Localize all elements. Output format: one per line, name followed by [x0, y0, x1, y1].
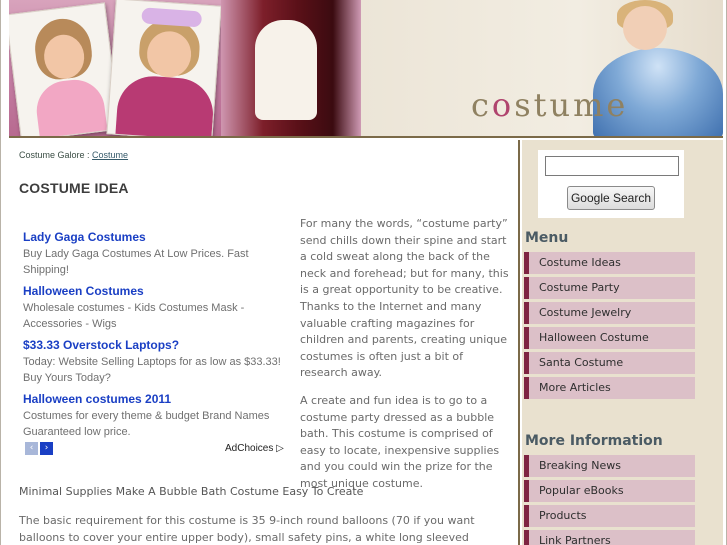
ad-title[interactable]: Halloween costumes 2011	[23, 392, 293, 406]
more-info-heading: More Information	[525, 433, 663, 449]
ad-prev-button[interactable]: ‹	[25, 442, 38, 455]
breadcrumb: Costume Galore : Costume	[19, 150, 128, 160]
breadcrumb-separator: :	[84, 150, 93, 160]
ad-text: Buy Lady Gaga Costumes At Low Prices. Fa…	[23, 248, 249, 276]
logo-text: costume	[471, 86, 629, 124]
menu-item-costume-ideas[interactable]: Costume Ideas	[524, 252, 695, 274]
ad-next-button[interactable]: ›	[40, 442, 53, 455]
adchoices-link[interactable]: AdChoices ▷	[225, 443, 284, 454]
ad-item[interactable]: Halloween Costumes Wholesale costumes - …	[23, 284, 293, 332]
breadcrumb-current[interactable]: Costume	[92, 150, 128, 160]
article-subheading: Minimal Supplies Make A Bubble Bath Cost…	[19, 485, 364, 498]
article-intro: For many the words, “costume party” send…	[300, 216, 514, 504]
search-box: Google Search	[538, 150, 684, 218]
menu-item-link-partners[interactable]: Link Partners	[524, 530, 695, 545]
search-input[interactable]	[545, 156, 679, 176]
girl-photo-2	[106, 0, 222, 136]
ad-item[interactable]: Lady Gaga Costumes Buy Lady Gaga Costume…	[23, 230, 293, 278]
main-content: Costume Galore : Costume COSTUME IDEA La…	[9, 140, 520, 545]
ad-text: Today: Website Selling Laptops for as lo…	[23, 356, 281, 384]
google-search-button[interactable]: Google Search	[567, 186, 655, 210]
doll-face	[623, 6, 667, 50]
header-photo-collage	[9, 0, 361, 136]
menu-item-more-articles[interactable]: More Articles	[524, 377, 695, 399]
menu-item-halloween-costume[interactable]: Halloween Costume	[524, 327, 695, 349]
more-info-list: Breaking News Popular eBooks Products Li…	[524, 455, 695, 545]
sidebar: Google Search Menu Costume Ideas Costume…	[522, 140, 723, 545]
ad-title[interactable]: Halloween Costumes	[23, 284, 293, 298]
menu-item-costume-party[interactable]: Costume Party	[524, 277, 695, 299]
intro-paragraph-1: For many the words, “costume party” send…	[300, 217, 509, 380]
ad-block: Lady Gaga Costumes Buy Lady Gaga Costume…	[23, 230, 293, 458]
shirt-collar-image	[255, 20, 317, 120]
breadcrumb-home[interactable]: Costume Galore	[19, 150, 85, 160]
ad-item[interactable]: Halloween costumes 2011 Costumes for eve…	[23, 392, 293, 440]
ad-text: Costumes for every theme & budget Brand …	[23, 410, 270, 438]
header-right-panel: costume	[361, 0, 723, 136]
menu-item-breaking-news[interactable]: Breaking News	[524, 455, 695, 477]
menu-item-products[interactable]: Products	[524, 505, 695, 527]
ad-pager: ‹ ›	[25, 442, 53, 455]
girl-photo-1	[9, 2, 121, 136]
page-title: COSTUME IDEA	[19, 180, 129, 196]
menu-heading: Menu	[525, 230, 569, 246]
page-frame: costume Costume Galore : Costume COSTUME…	[0, 0, 727, 545]
site-logo[interactable]: costume	[471, 86, 628, 124]
menu-item-costume-jewelry[interactable]: Costume Jewelry	[524, 302, 695, 324]
intro-paragraph-2: A create and fun idea is to go to a cost…	[300, 393, 500, 490]
ad-title[interactable]: $33.33 Overstock Laptops?	[23, 338, 293, 352]
ad-text: Wholesale costumes - Kids Costumes Mask …	[23, 302, 245, 330]
menu-item-popular-ebooks[interactable]: Popular eBooks	[524, 480, 695, 502]
ad-item[interactable]: $33.33 Overstock Laptops? Today: Website…	[23, 338, 293, 386]
ad-title[interactable]: Lady Gaga Costumes	[23, 230, 293, 244]
menu-item-santa-costume[interactable]: Santa Costume	[524, 352, 695, 374]
article-body: The basic requirement for this costume i…	[19, 514, 475, 544]
header-banner: costume	[9, 0, 723, 138]
menu-list: Costume Ideas Costume Party Costume Jewe…	[524, 252, 695, 402]
